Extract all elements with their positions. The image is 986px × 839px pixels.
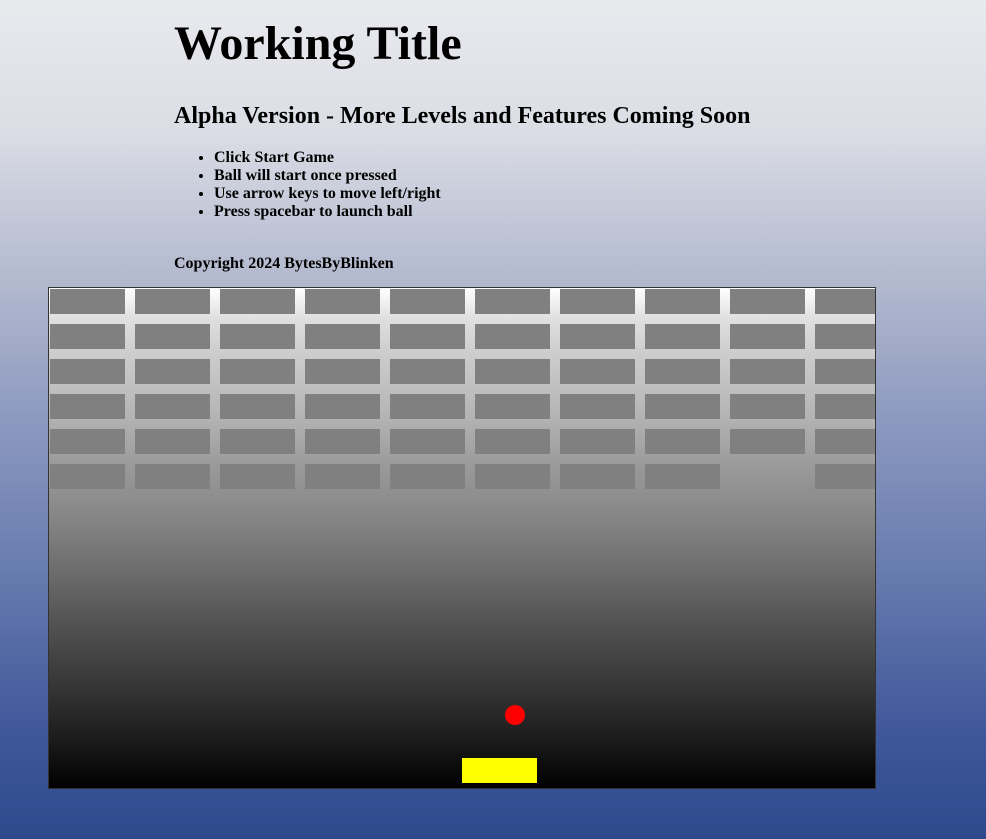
brick — [220, 394, 295, 419]
brick — [50, 429, 125, 454]
brick — [560, 324, 635, 349]
brick — [645, 394, 720, 419]
brick — [815, 324, 875, 349]
brick — [730, 289, 805, 314]
brick — [50, 324, 125, 349]
brick — [220, 429, 295, 454]
brick — [135, 464, 210, 489]
brick — [815, 464, 875, 489]
instruction-item: Click Start Game — [214, 149, 441, 167]
copyright-text: Copyright 2024 BytesByBlinken — [174, 255, 394, 272]
brick — [645, 464, 720, 489]
ball — [505, 705, 525, 725]
instruction-item: Use arrow keys to move left/right — [214, 185, 441, 203]
brick — [305, 464, 380, 489]
brick — [560, 394, 635, 419]
brick — [645, 324, 720, 349]
brick — [475, 429, 550, 454]
brick — [815, 394, 875, 419]
brick — [730, 394, 805, 419]
game-canvas[interactable] — [48, 287, 876, 789]
brick — [305, 429, 380, 454]
brick — [135, 324, 210, 349]
brick — [475, 464, 550, 489]
brick — [390, 394, 465, 419]
brick — [135, 394, 210, 419]
brick — [220, 324, 295, 349]
page-title: Working Title — [174, 17, 462, 70]
brick — [815, 429, 875, 454]
brick — [730, 429, 805, 454]
brick — [50, 289, 125, 314]
brick — [50, 394, 125, 419]
brick — [135, 429, 210, 454]
brick — [390, 324, 465, 349]
brick — [390, 359, 465, 384]
brick — [135, 289, 210, 314]
brick — [50, 464, 125, 489]
brick — [730, 324, 805, 349]
brick — [475, 394, 550, 419]
brick — [645, 359, 720, 384]
brick — [135, 359, 210, 384]
brick — [560, 359, 635, 384]
instruction-item: Ball will start once pressed — [214, 167, 441, 185]
brick — [305, 359, 380, 384]
brick — [220, 289, 295, 314]
brick — [220, 464, 295, 489]
brick — [475, 324, 550, 349]
paddle[interactable] — [462, 758, 537, 783]
brick — [815, 359, 875, 384]
brick — [560, 464, 635, 489]
brick — [305, 289, 380, 314]
brick — [730, 359, 805, 384]
brick — [475, 289, 550, 314]
brick — [475, 359, 550, 384]
instruction-item: Press spacebar to launch ball — [214, 203, 441, 221]
brick — [815, 289, 875, 314]
brick — [645, 429, 720, 454]
brick — [50, 359, 125, 384]
brick — [305, 394, 380, 419]
brick — [390, 464, 465, 489]
brick — [220, 359, 295, 384]
brick — [560, 289, 635, 314]
instructions-list: Click Start Game Ball will start once pr… — [174, 149, 441, 221]
brick — [390, 289, 465, 314]
brick — [305, 324, 380, 349]
brick — [560, 429, 635, 454]
brick — [645, 289, 720, 314]
brick — [390, 429, 465, 454]
page-subtitle: Alpha Version - More Levels and Features… — [174, 103, 751, 129]
